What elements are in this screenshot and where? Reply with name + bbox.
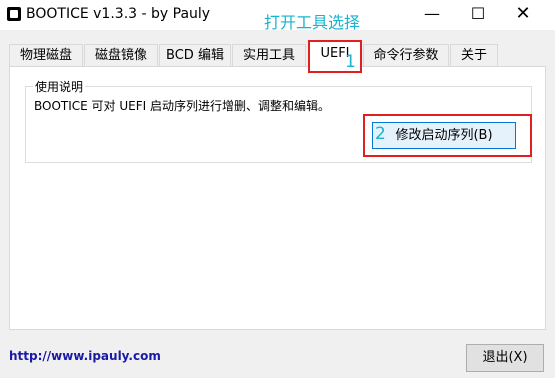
tab-bcd-edit[interactable]: BCD 编辑 — [159, 44, 231, 66]
exit-button[interactable]: 退出(X) — [466, 344, 544, 372]
maximize-button[interactable]: ☐ — [455, 0, 501, 30]
tab-utilities[interactable]: 实用工具 — [232, 44, 306, 66]
title-bar: BOOTICE v1.3.3 - by Pauly 打开工具选择 — ☐ ✕ — [0, 0, 555, 32]
tab-physical-disk[interactable]: 物理磁盘 — [9, 44, 83, 66]
close-button[interactable]: ✕ — [500, 0, 546, 30]
minimize-button[interactable]: — — [409, 0, 455, 30]
step-2-marker: 2 — [375, 124, 386, 144]
tab-about[interactable]: 关于 — [450, 44, 498, 66]
usage-description: BOOTICE 可对 UEFI 启动序列进行增删、调整和编辑。 — [34, 99, 330, 113]
highlight-edit-button — [363, 114, 532, 157]
usage-group-label: 使用说明 — [33, 78, 86, 95]
tab-command-line[interactable]: 命令行参数 — [363, 44, 449, 66]
app-icon — [7, 7, 21, 21]
step-1-marker: 1 — [345, 52, 356, 72]
tab-disk-image[interactable]: 磁盘镜像 — [84, 44, 158, 66]
website-link[interactable]: http://www.ipauly.com — [9, 349, 161, 363]
window-title: BOOTICE v1.3.3 - by Pauly — [26, 6, 211, 22]
